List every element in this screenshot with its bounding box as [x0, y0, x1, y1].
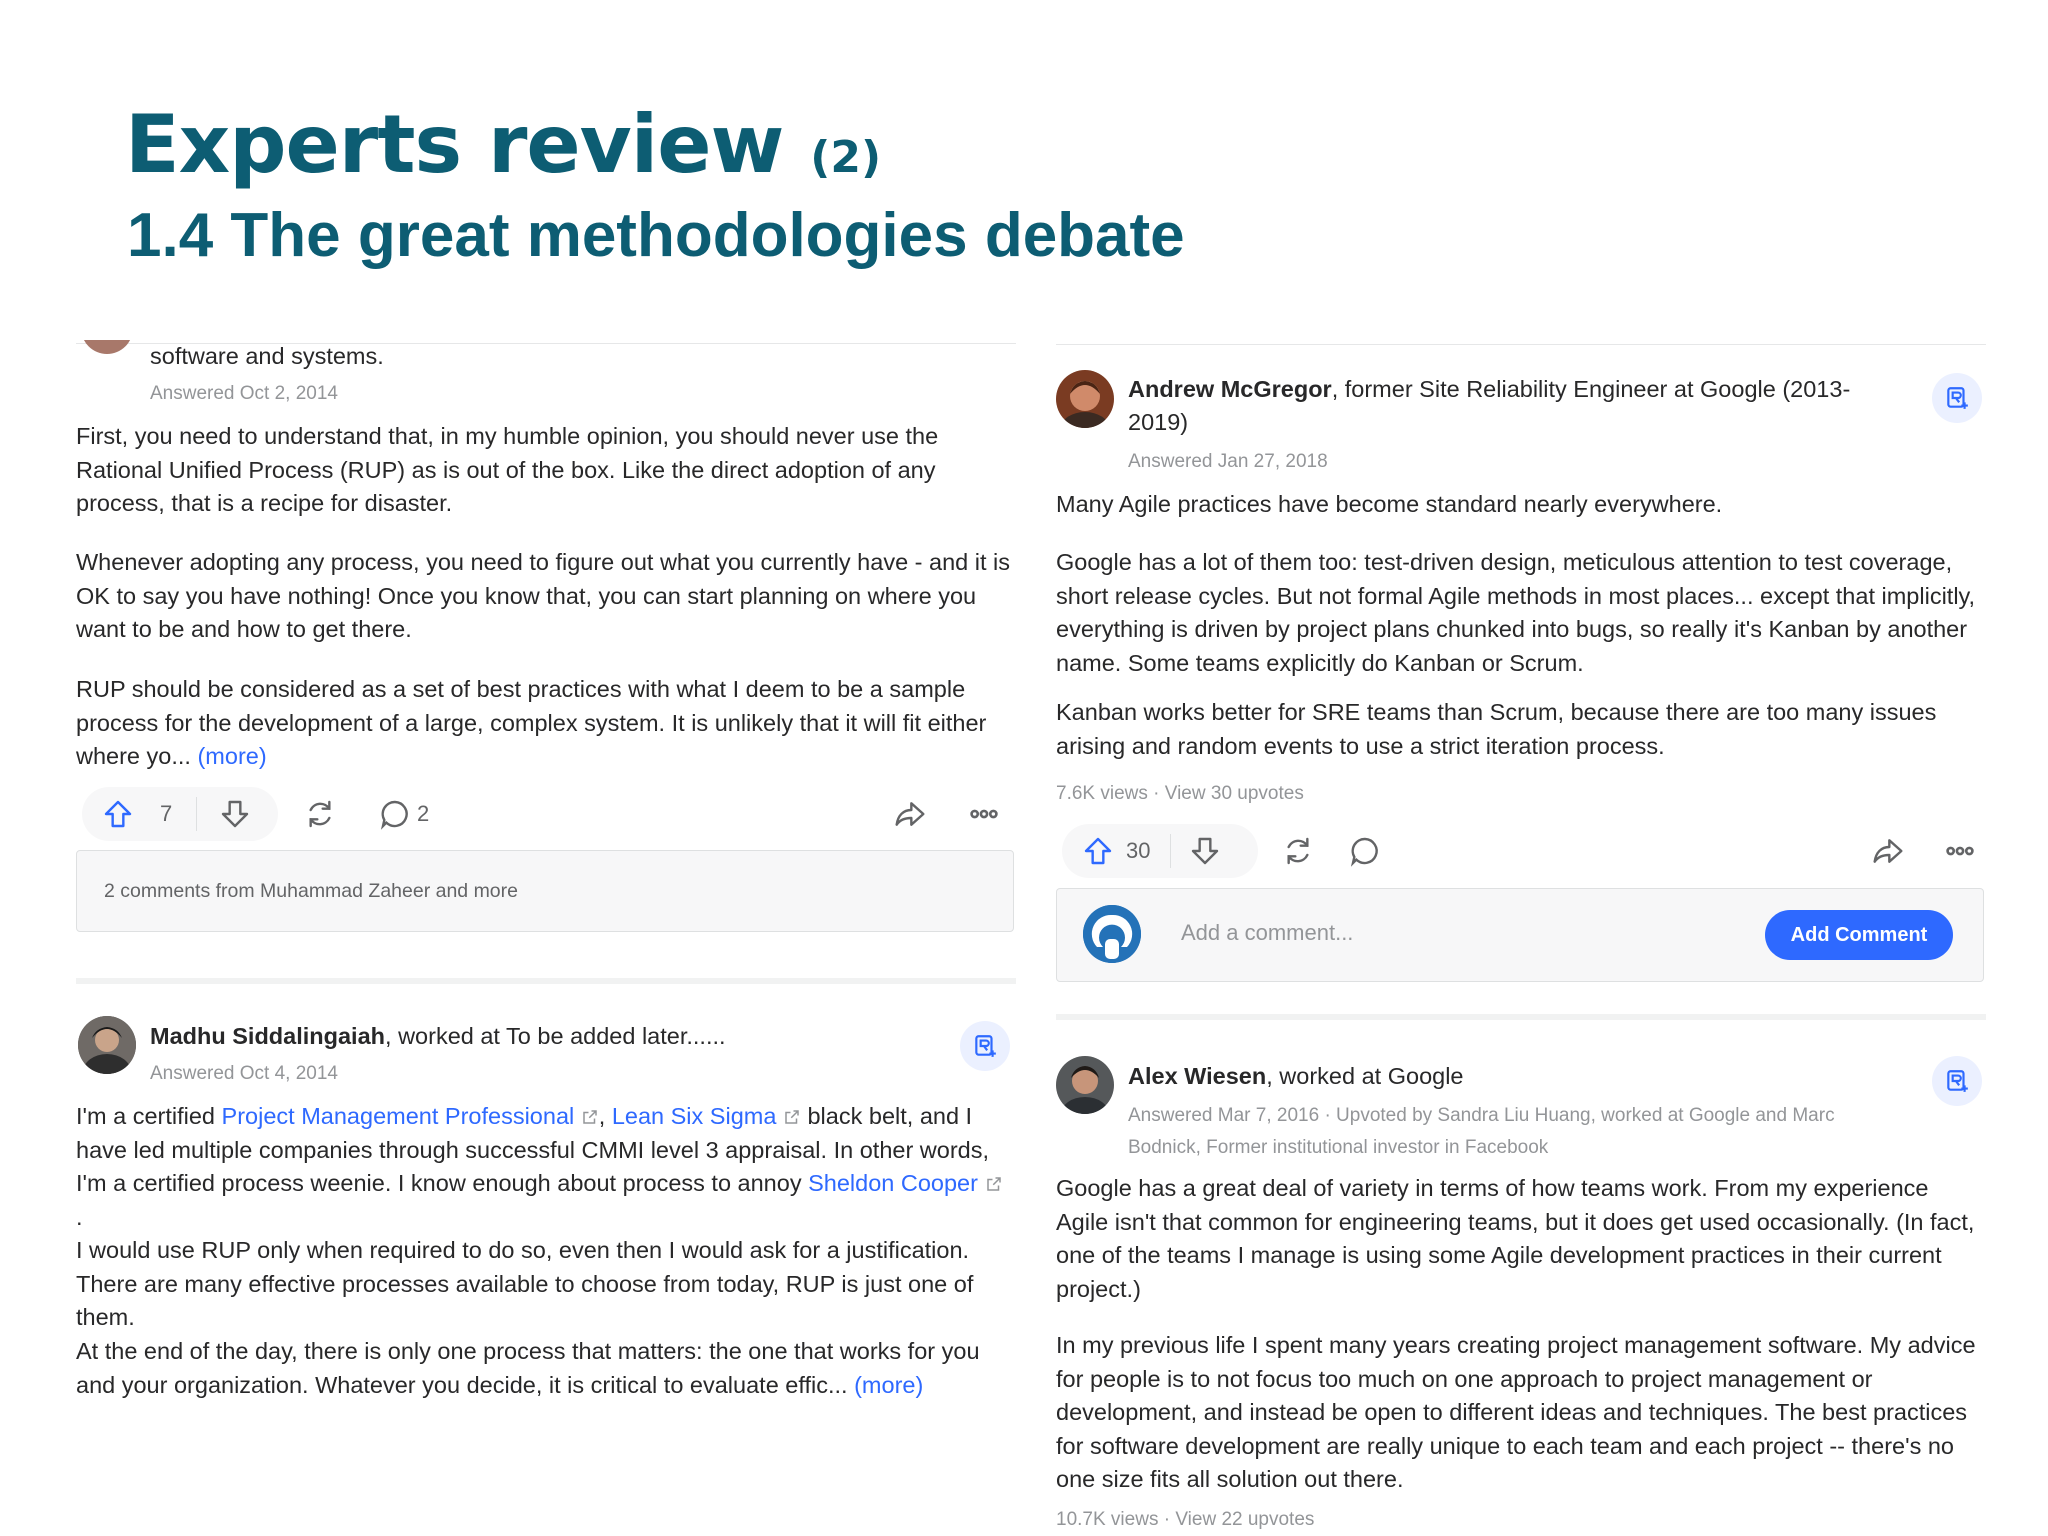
sheldon-cooper-link[interactable]: Sheldon Cooper [808, 1170, 978, 1196]
share-icon [895, 802, 925, 826]
slide-title-suffix: (2) [810, 132, 882, 183]
more-link[interactable]: (more) [854, 1372, 923, 1398]
answer-divider [76, 978, 1016, 984]
downvote-button[interactable] [1189, 835, 1221, 867]
answer-date[interactable]: Answered Oct 2, 2014 [150, 380, 338, 408]
external-link-icon [978, 1170, 1003, 1196]
view-stats[interactable]: 7.6K views · View 30 upvotes [1056, 780, 1304, 808]
author-credential: , worked at To be added later...... [385, 1023, 726, 1049]
comment-icon [380, 800, 408, 830]
slide-title-text: Experts review [125, 98, 784, 191]
author-line: Alex Wiesen, worked at Google [1128, 1060, 1464, 1093]
add-comment-button[interactable]: Add Comment [1765, 910, 1953, 960]
left-answers-column: software and systems. Answered Oct 2, 20… [76, 340, 1016, 1420]
follow-icon [1947, 1070, 1968, 1092]
share-rotate-button[interactable] [1282, 835, 1314, 867]
external-link-icon [776, 1103, 801, 1129]
comment-input[interactable]: Add a comment... [1181, 920, 1681, 946]
more-icon [970, 809, 998, 819]
author-credential: , worked at Google [1266, 1063, 1464, 1089]
slide-title: Experts review (2) [125, 98, 881, 205]
follow-button[interactable] [960, 1021, 1010, 1071]
author-line: Andrew McGregor, former Site Reliability… [1128, 373, 1888, 439]
share-rotate-icon [1287, 837, 1309, 865]
answer-paragraph: In my previous life I spent many years c… [1056, 1332, 1976, 1492]
answer-paragraph: I'm a certified Project Management Profe… [76, 1100, 1006, 1234]
follow-icon [975, 1035, 996, 1057]
comments-summary[interactable]: 2 comments from Muhammad Zaheer and more [76, 850, 1014, 932]
downvote-icon [1192, 837, 1219, 865]
view-stats[interactable]: 10.7K views · View 22 upvotes [1056, 1506, 1314, 1530]
external-link-icon [574, 1103, 599, 1129]
author-name[interactable]: Madhu Siddalingaiah [150, 1023, 385, 1049]
share-rotate-icon [309, 800, 331, 828]
answer-text: At the end of the day, there is only one… [76, 1338, 980, 1398]
upvote-count: 30 [1126, 838, 1151, 863]
upvote-count: 7 [160, 801, 173, 826]
more-icon [1946, 846, 1974, 856]
answer-date[interactable]: Answered Jan 27, 2018 [1128, 448, 1328, 476]
vote-pill: 30 [1062, 824, 1258, 878]
answer-paragraph: At the end of the day, there is only one… [76, 1335, 1016, 1402]
answer-divider [1056, 1014, 1986, 1020]
upvote-button[interactable] [102, 798, 134, 830]
answer-paragraph: I would use RUP only when required to do… [76, 1237, 974, 1330]
upvote-icon [104, 800, 132, 828]
share-rotate-button[interactable] [304, 798, 336, 830]
share-icon [1873, 839, 1903, 863]
avatar[interactable] [1056, 1056, 1114, 1114]
vote-pill: 7 [82, 787, 278, 841]
more-options-button[interactable] [1944, 835, 1976, 867]
author-name[interactable]: Alex Wiesen [1128, 1063, 1266, 1089]
follow-button[interactable] [1932, 373, 1982, 423]
follow-icon [1947, 387, 1968, 409]
right-answers-column: Andrew McGregor, former Site Reliability… [1056, 340, 1986, 1530]
answer-paragraph: RUP should be considered as a set of bes… [76, 673, 996, 774]
top-divider [1056, 344, 1986, 345]
add-comment-row: Add a comment... Add Comment [1056, 888, 1984, 982]
lean-six-sigma-link[interactable]: Lean Six Sigma [612, 1103, 777, 1129]
vote-separator [1170, 834, 1172, 868]
comment-icon [1350, 837, 1378, 867]
answer-paragraph: Google has a lot of them too: test-drive… [1056, 549, 1976, 676]
follow-button[interactable] [1932, 1056, 1982, 1106]
upvote-icon [1084, 837, 1112, 865]
answer-paragraph: Whenever adopting any process, you need … [76, 549, 1011, 642]
author-line: Madhu Siddalingaiah, worked at To be add… [150, 1020, 726, 1053]
comments-summary-text: 2 comments from Muhammad Zaheer and more [104, 879, 518, 902]
user-avatar [1083, 905, 1141, 963]
share-button[interactable] [1872, 835, 1904, 867]
answer-text: . [76, 1203, 83, 1230]
comments-button[interactable]: 2 [379, 798, 429, 830]
credential-tail: software and systems. [150, 343, 384, 369]
more-options-button[interactable] [968, 798, 1000, 830]
share-button[interactable] [894, 798, 926, 830]
pmp-link[interactable]: Project Management Professional [222, 1103, 575, 1129]
author-name[interactable]: Andrew McGregor [1128, 376, 1332, 402]
answer-date[interactable]: Answered Oct 4, 2014 [150, 1060, 338, 1088]
downvote-icon [222, 800, 249, 828]
vote-separator [196, 797, 198, 831]
answer-paragraph: First, you need to understand that, in m… [76, 423, 939, 516]
avatar[interactable] [78, 1016, 136, 1074]
answer-text: I'm a certified [76, 1103, 222, 1129]
answer-date[interactable]: Answered Mar 7, 2016 · Upvoted by Sandra… [1128, 1100, 1868, 1164]
slide-subtitle: 1.4 The great methodologies debate [127, 201, 1185, 270]
avatar[interactable] [1056, 370, 1114, 428]
comment-count: 2 [417, 801, 430, 826]
avatar[interactable] [81, 340, 133, 354]
answer-paragraph: Google has a great deal of variety in te… [1056, 1175, 1975, 1302]
more-link[interactable]: (more) [197, 743, 266, 769]
downvote-button[interactable] [219, 798, 251, 830]
answer-paragraph: Kanban works better for SRE teams than S… [1056, 699, 1937, 759]
answer-text: , [598, 1103, 612, 1129]
comments-button[interactable] [1349, 835, 1381, 867]
answer-paragraph: Many Agile practices have become standar… [1056, 491, 1723, 517]
upvote-button[interactable] [1082, 835, 1114, 867]
